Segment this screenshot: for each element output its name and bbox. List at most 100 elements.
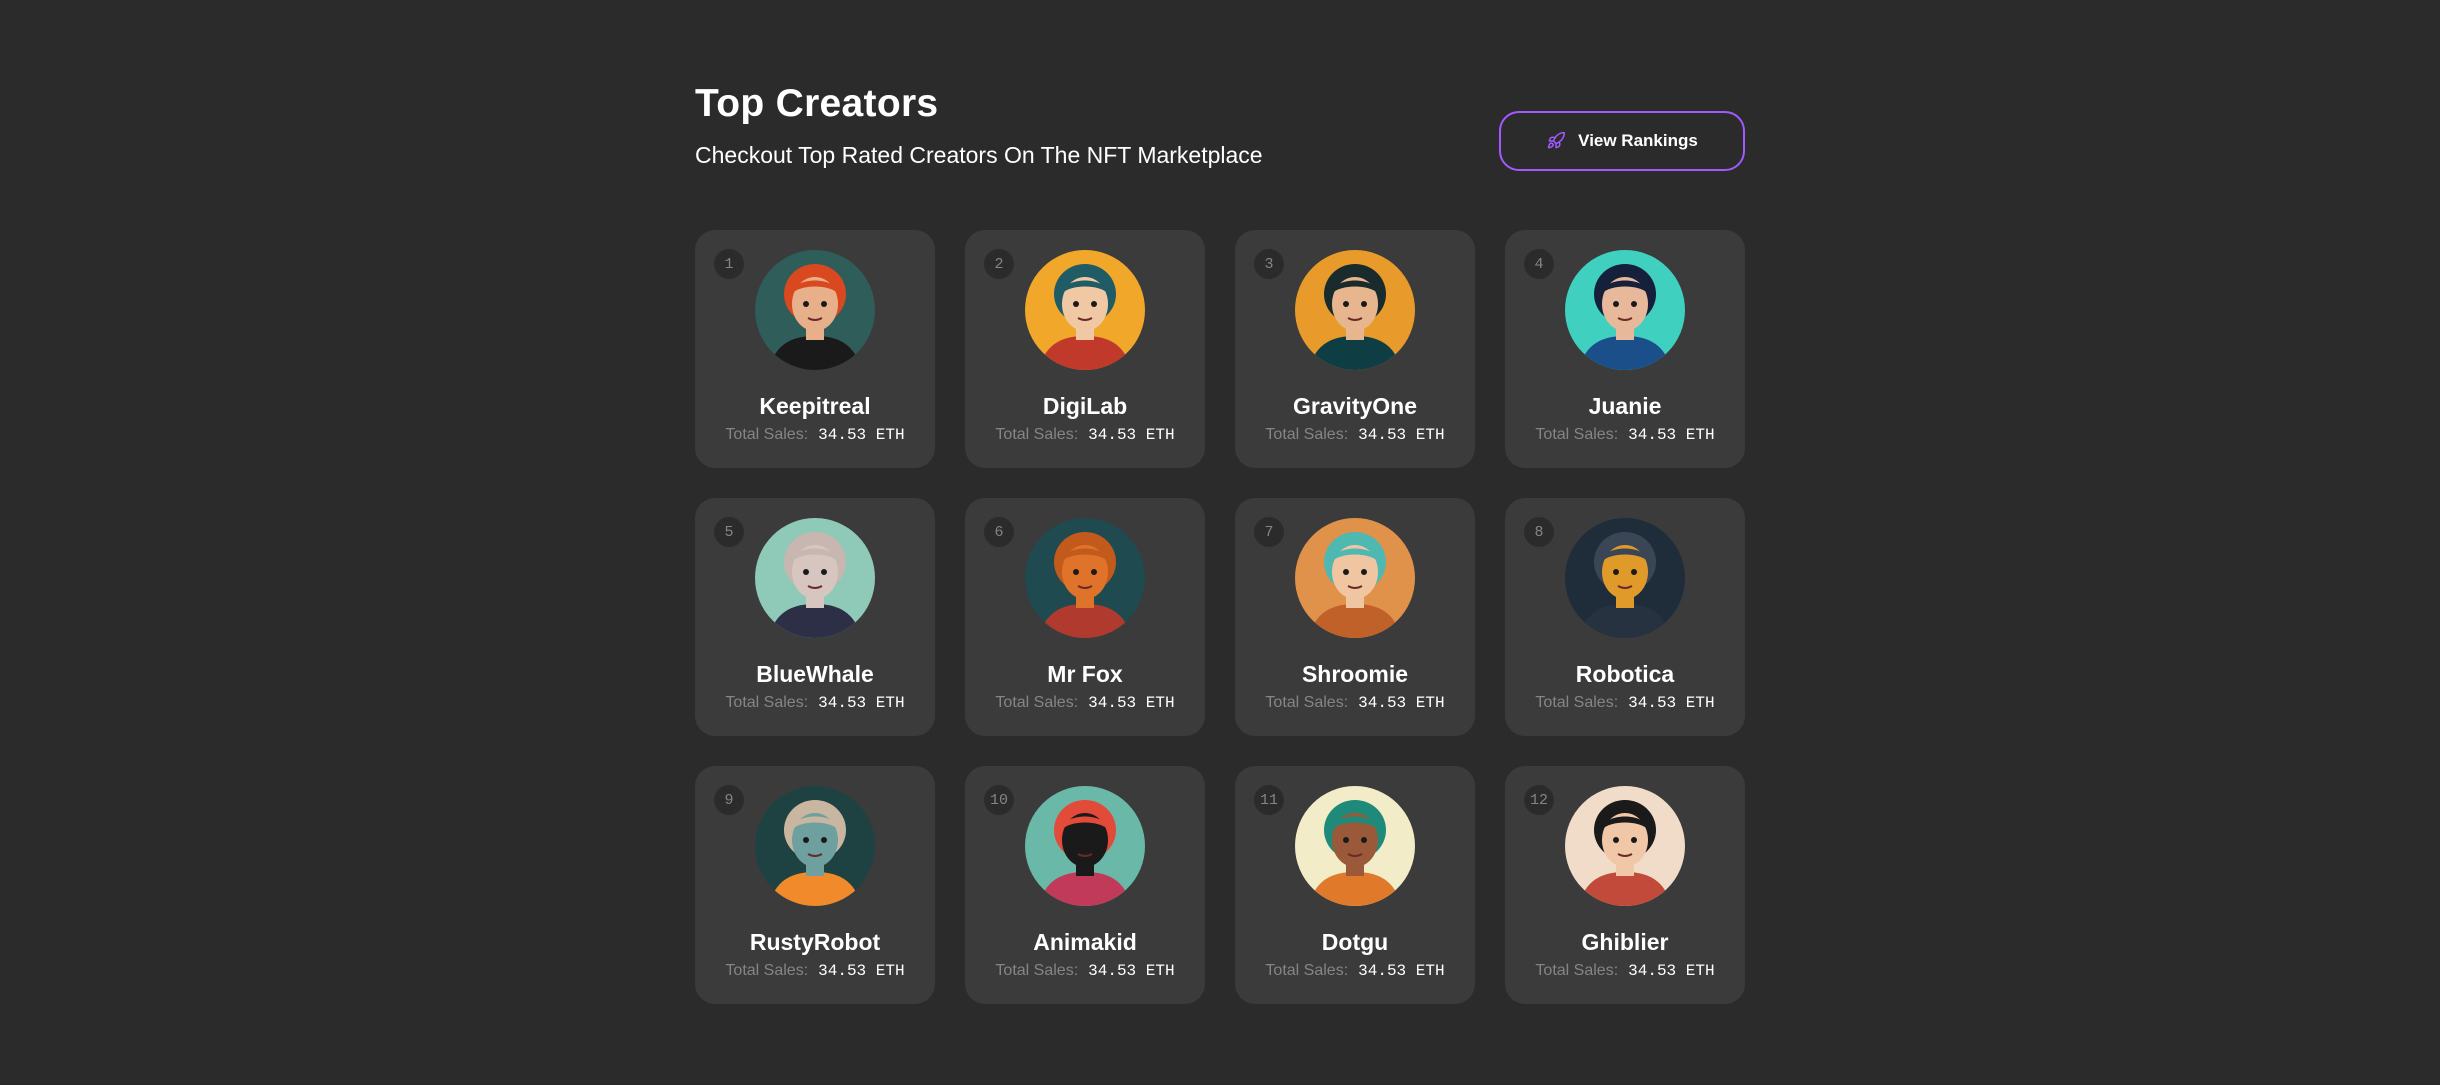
creator-name[interactable]: Dotgu: [1322, 928, 1388, 956]
total-sales: Total Sales: 34.53 ETH: [1265, 694, 1444, 712]
rank-badge: 2: [984, 249, 1014, 279]
total-sales-label: Total Sales:: [725, 962, 809, 979]
avatar-portrait-icon: [755, 786, 875, 906]
total-sales-label: Total Sales:: [995, 962, 1079, 979]
view-rankings-button[interactable]: View Rankings: [1499, 111, 1745, 171]
avatar-portrait-icon: [1565, 518, 1685, 638]
creator-card[interactable]: 4 Juanie Total Sales: 34.53 ETH: [1505, 230, 1745, 468]
total-sales-value: 34.53 ETH: [1358, 962, 1445, 980]
rank-badge: 3: [1254, 249, 1284, 279]
avatar-portrait-icon: [1295, 786, 1415, 906]
creator-card[interactable]: 12 Ghiblier Total Sales: 34.53 ETH: [1505, 766, 1745, 1004]
total-sales-value: 34.53 ETH: [818, 426, 905, 444]
rank-badge: 12: [1524, 785, 1554, 815]
total-sales-label: Total Sales:: [725, 694, 809, 711]
avatar-portrait-icon: [1025, 786, 1145, 906]
creator-name[interactable]: Shroomie: [1302, 660, 1408, 688]
rocket-icon: [1547, 131, 1566, 149]
total-sales: Total Sales: 34.53 ETH: [995, 426, 1174, 444]
view-rankings-label: View Rankings: [1578, 131, 1698, 150]
total-sales-value: 34.53 ETH: [818, 694, 905, 712]
creator-name[interactable]: Keepitreal: [759, 392, 870, 420]
rank-badge: 5: [714, 517, 744, 547]
creator-name[interactable]: DigiLab: [1043, 392, 1127, 420]
rank-badge: 1: [714, 249, 744, 279]
creator-card[interactable]: 10 Animakid Total Sales: 34.53 ETH: [965, 766, 1205, 1004]
creator-name[interactable]: Animakid: [1033, 928, 1137, 956]
rank-badge: 7: [1254, 517, 1284, 547]
total-sales-value: 34.53 ETH: [1088, 962, 1175, 980]
creator-avatar[interactable]: [1295, 786, 1415, 906]
avatar-portrait-icon: [1295, 250, 1415, 370]
rank-badge: 4: [1524, 249, 1554, 279]
creator-avatar[interactable]: [755, 786, 875, 906]
rank-badge: 8: [1524, 517, 1554, 547]
total-sales-label: Total Sales:: [1535, 694, 1619, 711]
creator-card[interactable]: 3 GravityOne Total Sales: 34.53 ETH: [1235, 230, 1475, 468]
creator-avatar[interactable]: [755, 518, 875, 638]
total-sales: Total Sales: 34.53 ETH: [725, 962, 904, 980]
total-sales: Total Sales: 34.53 ETH: [1265, 426, 1444, 444]
creator-card[interactable]: 7 Shroomie Total Sales: 34.53 ETH: [1235, 498, 1475, 736]
creator-avatar[interactable]: [1565, 786, 1685, 906]
total-sales-label: Total Sales:: [1535, 426, 1619, 443]
total-sales: Total Sales: 34.53 ETH: [725, 694, 904, 712]
avatar-portrait-icon: [1025, 518, 1145, 638]
total-sales: Total Sales: 34.53 ETH: [1535, 694, 1714, 712]
creator-card[interactable]: 6 Mr Fox Total Sales: 34.53 ETH: [965, 498, 1205, 736]
creator-avatar[interactable]: [755, 250, 875, 370]
creator-avatar[interactable]: [1025, 786, 1145, 906]
total-sales-value: 34.53 ETH: [1088, 694, 1175, 712]
total-sales-label: Total Sales:: [1535, 962, 1619, 979]
total-sales-value: 34.53 ETH: [1088, 426, 1175, 444]
total-sales-label: Total Sales:: [1265, 962, 1349, 979]
creator-card[interactable]: 5 BlueWhale Total Sales: 34.53 ETH: [695, 498, 935, 736]
creator-avatar[interactable]: [1295, 250, 1415, 370]
creator-card[interactable]: 9 RustyRobot Total Sales: 34.53 ETH: [695, 766, 935, 1004]
total-sales: Total Sales: 34.53 ETH: [995, 962, 1174, 980]
creator-card[interactable]: 2 DigiLab Total Sales: 34.53 ETH: [965, 230, 1205, 468]
total-sales: Total Sales: 34.53 ETH: [725, 426, 904, 444]
creator-name[interactable]: RustyRobot: [750, 928, 880, 956]
total-sales-label: Total Sales:: [995, 426, 1079, 443]
creator-card[interactable]: 1 Keepitreal Total Sales: 34.53 ETH: [695, 230, 935, 468]
avatar-portrait-icon: [1565, 250, 1685, 370]
creator-name[interactable]: Robotica: [1576, 660, 1674, 688]
avatar-portrait-icon: [755, 250, 875, 370]
total-sales: Total Sales: 34.53 ETH: [1535, 426, 1714, 444]
total-sales-label: Total Sales:: [725, 426, 809, 443]
total-sales: Total Sales: 34.53 ETH: [995, 694, 1174, 712]
rank-badge: 6: [984, 517, 1014, 547]
rank-badge: 11: [1254, 785, 1284, 815]
creator-avatar[interactable]: [1565, 250, 1685, 370]
total-sales-value: 34.53 ETH: [1628, 694, 1715, 712]
creator-name[interactable]: Juanie: [1589, 392, 1662, 420]
creator-avatar[interactable]: [1025, 518, 1145, 638]
total-sales-label: Total Sales:: [995, 694, 1079, 711]
total-sales: Total Sales: 34.53 ETH: [1265, 962, 1444, 980]
rank-badge: 9: [714, 785, 744, 815]
total-sales-label: Total Sales:: [1265, 426, 1349, 443]
total-sales-value: 34.53 ETH: [1358, 426, 1445, 444]
creator-name[interactable]: Mr Fox: [1047, 660, 1122, 688]
top-creators-section: Top Creators Checkout Top Rated Creators…: [695, 80, 1745, 1004]
creator-card[interactable]: 11 Dotgu Total Sales: 34.53 ETH: [1235, 766, 1475, 1004]
total-sales-value: 34.53 ETH: [1628, 962, 1715, 980]
avatar-portrait-icon: [1565, 786, 1685, 906]
total-sales-label: Total Sales:: [1265, 694, 1349, 711]
creators-grid: 1 Keepitreal Total Sales: 34.53 ETH 2 DigiLab…: [695, 230, 1745, 1004]
creator-card[interactable]: 8 Robotica Total Sales: 34.53 ETH: [1505, 498, 1745, 736]
total-sales-value: 34.53 ETH: [818, 962, 905, 980]
avatar-portrait-icon: [1025, 250, 1145, 370]
avatar-portrait-icon: [755, 518, 875, 638]
creator-name[interactable]: BlueWhale: [756, 660, 874, 688]
total-sales-value: 34.53 ETH: [1358, 694, 1445, 712]
total-sales: Total Sales: 34.53 ETH: [1535, 962, 1714, 980]
creator-avatar[interactable]: [1295, 518, 1415, 638]
creator-name[interactable]: Ghiblier: [1582, 928, 1669, 956]
creator-name[interactable]: GravityOne: [1293, 392, 1417, 420]
creator-avatar[interactable]: [1565, 518, 1685, 638]
rank-badge: 10: [984, 785, 1014, 815]
avatar-portrait-icon: [1295, 518, 1415, 638]
creator-avatar[interactable]: [1025, 250, 1145, 370]
